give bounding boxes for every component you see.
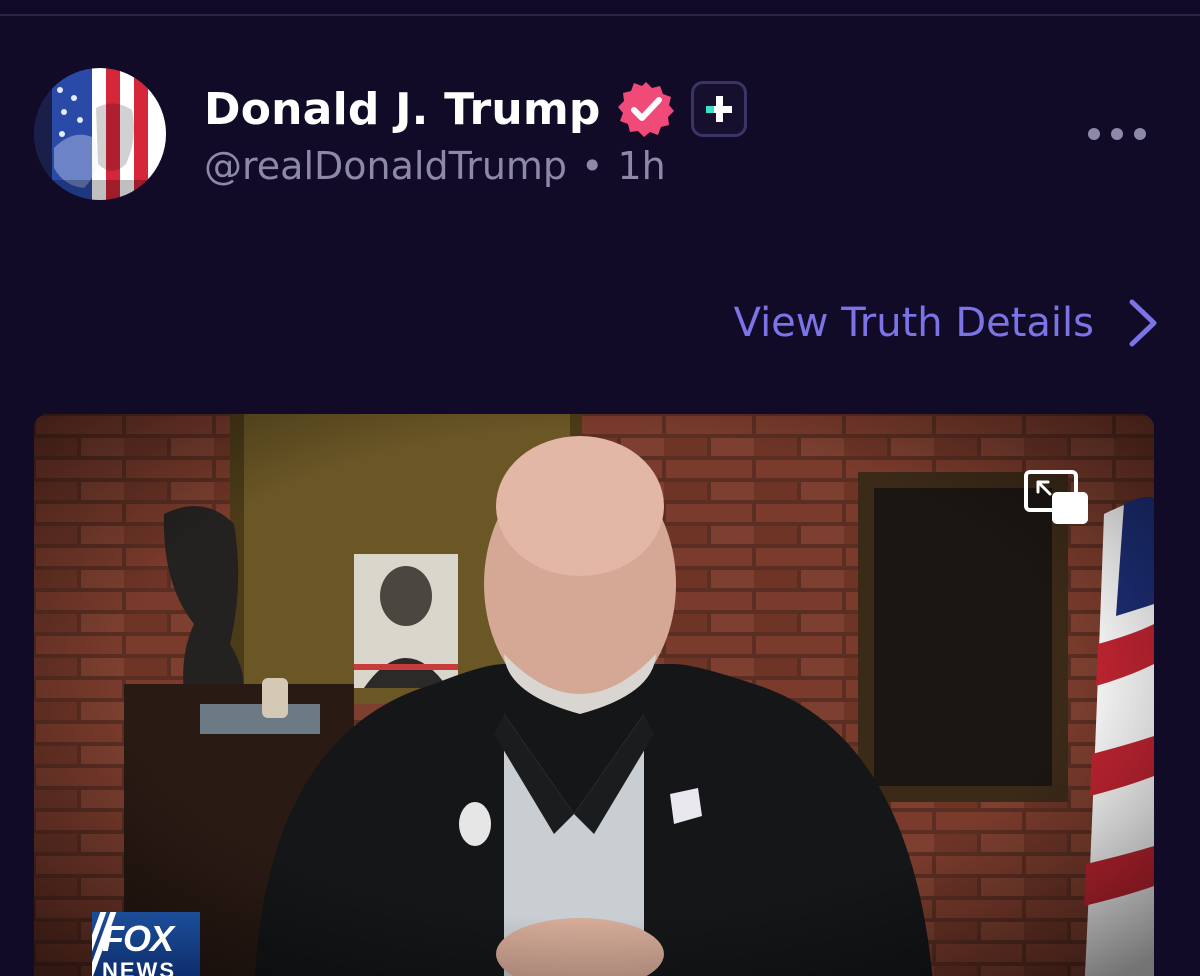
more-dot	[1111, 128, 1123, 140]
plus-icon[interactable]	[690, 81, 747, 137]
avatar-flag-portrait	[34, 68, 166, 200]
logo-text-bottom: NEWS	[102, 958, 176, 976]
author-name[interactable]: Donald J. Trump	[204, 84, 601, 135]
handle-row: @realDonaldTrump • 1h	[204, 144, 747, 188]
chevron-right-icon	[1129, 299, 1157, 347]
more-dot	[1134, 128, 1146, 140]
more-horizontal-icon[interactable]	[1088, 124, 1146, 144]
more-dot	[1088, 128, 1100, 140]
view-truth-details-link[interactable]: View Truth Details	[734, 290, 1160, 356]
post-time: 1h	[617, 144, 666, 188]
author-name-row: Donald J. Trump	[204, 78, 747, 140]
post-screen: Donald J. Trump @realDonaldTrump • 1h Vi…	[0, 0, 1200, 976]
video-frame	[34, 414, 1154, 976]
video-player[interactable]	[34, 414, 1154, 976]
author-info: Donald J. Trump @realDonaldTrump • 1h	[204, 78, 747, 188]
author-handle[interactable]: @realDonaldTrump	[204, 144, 567, 188]
author-avatar[interactable]	[34, 68, 166, 200]
view-truth-details-label: View Truth Details	[733, 300, 1094, 346]
meta-separator: •	[581, 144, 604, 188]
logo-text-top: FOX	[102, 918, 174, 959]
top-divider	[0, 14, 1200, 16]
picture-in-picture-icon[interactable]	[1024, 470, 1090, 526]
verified-badge-icon	[617, 80, 675, 138]
fox-news-logo: FOX NEWS	[92, 912, 200, 976]
